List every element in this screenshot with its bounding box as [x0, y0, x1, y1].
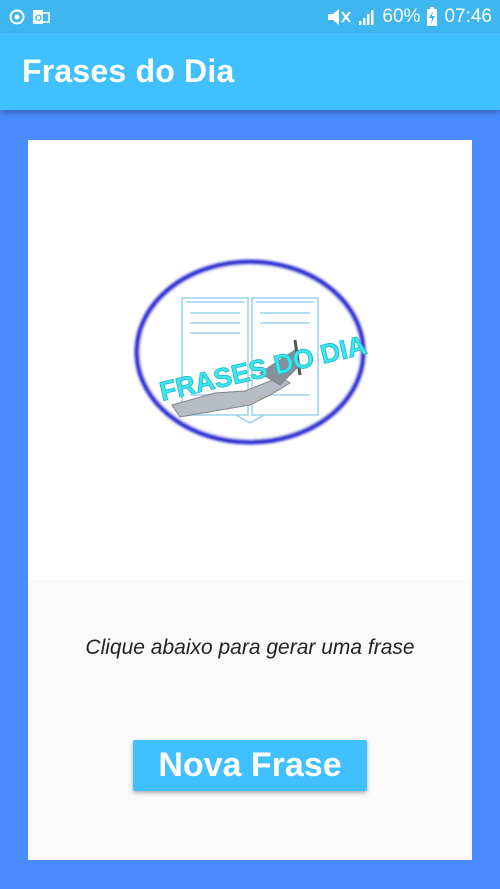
app-logo: FRASES DO DIA	[134, 259, 370, 445]
status-right-icons: 60% 07:46	[326, 6, 492, 28]
clock: 07:46	[444, 5, 492, 27]
new-phrase-button[interactable]: Nova Frase	[133, 740, 367, 791]
app-title: Frases do Dia	[22, 53, 235, 89]
mute-icon	[326, 8, 352, 26]
svg-text:O: O	[35, 13, 42, 23]
battery-percent: 60%	[382, 5, 421, 27]
outlook-icon: O	[32, 8, 50, 26]
app-bar: Frases do Dia	[0, 33, 500, 110]
sync-icon	[8, 8, 26, 26]
prompt-text: Clique abaixo para gerar uma frase	[85, 636, 415, 659]
signal-icon	[358, 8, 376, 26]
battery-charging-icon	[426, 6, 438, 27]
status-left-icons: O	[8, 8, 50, 26]
status-bar: O 60% 07:46	[0, 0, 500, 33]
logo-area: FRASES DO DIA	[28, 140, 472, 580]
